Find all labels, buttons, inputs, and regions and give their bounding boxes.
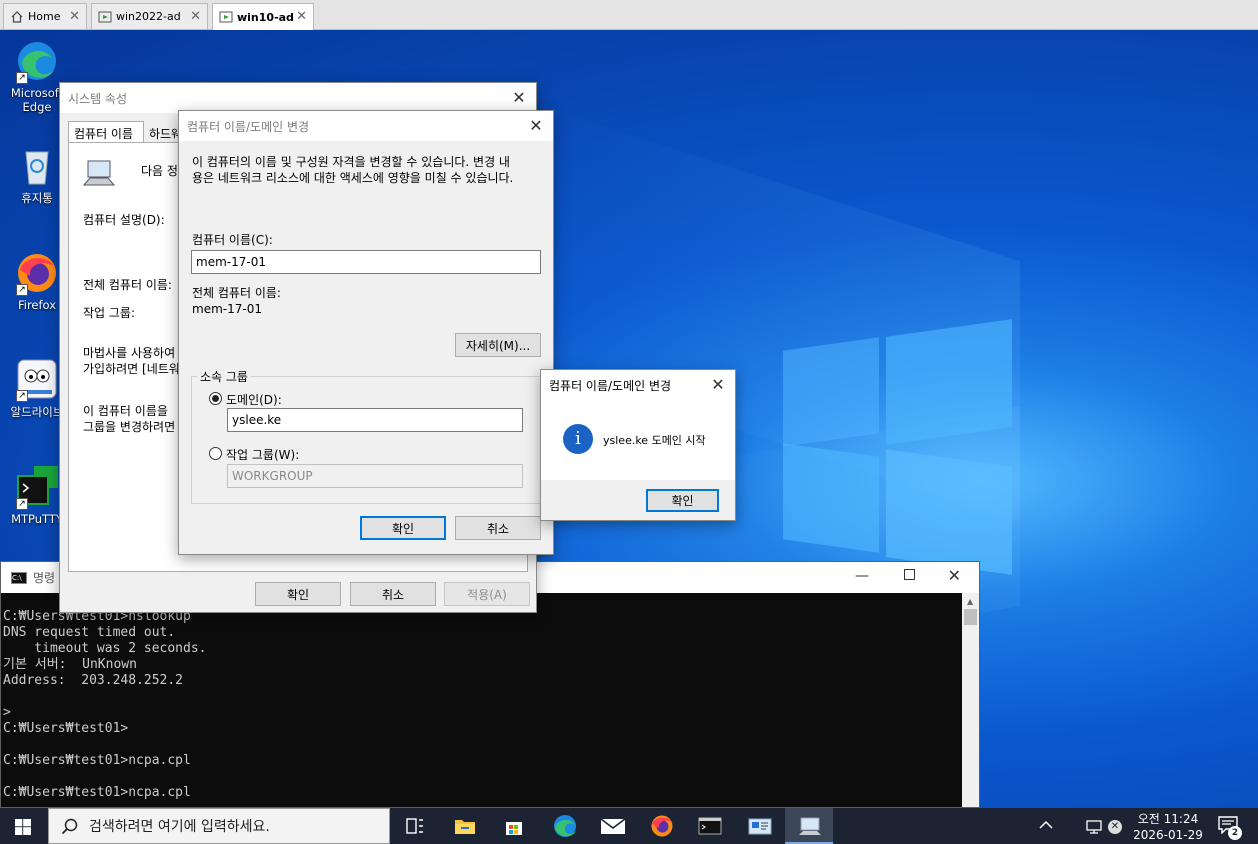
rename-description: 용은 네트워크 리소스에 대한 액세스에 영향을 미칠 수 있습니다. bbox=[192, 171, 514, 185]
search-icon bbox=[61, 818, 79, 840]
edge-taskbar-icon[interactable] bbox=[552, 813, 578, 839]
tab-win10-ad[interactable]: win10-ad ✕ bbox=[212, 3, 314, 30]
system-control-icon[interactable] bbox=[748, 816, 772, 836]
vm-tab-bar: Home ✕ win2022-ad ✕ win10-ad ✕ bbox=[0, 0, 1258, 30]
tab-home[interactable]: Home ✕ bbox=[3, 3, 87, 29]
ok-button[interactable]: 확인 bbox=[646, 489, 719, 512]
aldrive-icon: ↗ bbox=[14, 356, 60, 402]
home-icon bbox=[10, 10, 24, 24]
sysprops-titlebar[interactable]: 시스템 속성 ✕ bbox=[60, 83, 536, 113]
close-icon[interactable]: ✕ bbox=[525, 115, 547, 137]
full-computer-name-value: mem-17-01 bbox=[192, 302, 262, 316]
window-title: 컴퓨터 이름/도메인 변경 bbox=[187, 119, 310, 134]
computer-icon bbox=[799, 817, 821, 835]
close-icon[interactable]: ✕ bbox=[296, 9, 307, 24]
computer-name-label: 컴퓨터 이름(C): bbox=[192, 233, 273, 247]
edge-icon: ↗ bbox=[14, 38, 60, 84]
rename-text: 그룹을 변경하려면 bbox=[83, 420, 176, 434]
close-icon[interactable]: ✕ bbox=[190, 9, 201, 24]
firefox-taskbar-icon[interactable] bbox=[650, 814, 674, 838]
cmd-taskbar-icon[interactable] bbox=[698, 816, 722, 836]
task-view-icon[interactable] bbox=[404, 816, 426, 836]
network-error-icon[interactable]: ✕ bbox=[1108, 820, 1122, 834]
recycle-bin-icon bbox=[14, 142, 60, 188]
firefox-icon: ↗ bbox=[14, 250, 60, 296]
computer-name-input[interactable]: mem-17-01 bbox=[191, 250, 541, 274]
workgroup-input[interactable]: WORKGROUP bbox=[227, 464, 523, 488]
full-computer-name-label: 전체 컴퓨터 이름: bbox=[83, 278, 172, 292]
close-icon[interactable]: ✕ bbox=[69, 9, 80, 24]
cancel-button[interactable]: 취소 bbox=[455, 516, 541, 540]
rename-text: 이 컴퓨터 이름을 bbox=[83, 404, 168, 418]
store-icon[interactable] bbox=[503, 816, 525, 836]
clock-time: 오전 11:24 bbox=[1137, 812, 1199, 826]
ok-button[interactable]: 확인 bbox=[360, 516, 446, 540]
msgbox-titlebar[interactable]: 컴퓨터 이름/도메인 변경 ✕ bbox=[541, 370, 735, 400]
vm-icon bbox=[219, 10, 233, 24]
wizard-text: 마법사를 사용하여 bbox=[83, 346, 176, 360]
minimize-icon[interactable]: — bbox=[855, 568, 869, 584]
domain-label: 도메인(D): bbox=[226, 393, 282, 407]
tab-label: Home bbox=[28, 10, 61, 23]
full-computer-name-label: 전체 컴퓨터 이름: bbox=[192, 286, 281, 300]
clock[interactable]: 오전 11:24 2026-01-29 bbox=[1130, 811, 1206, 843]
rename-titlebar[interactable]: 컴퓨터 이름/도메인 변경 ✕ bbox=[179, 111, 553, 141]
cmd-title: 명령 bbox=[33, 571, 56, 585]
taskbar: 검색하려면 여기에 입력하세요. ✕ 오전 11:24 2026-01-29 2 bbox=[0, 808, 1258, 844]
more-button[interactable]: 자세히(M)... bbox=[455, 333, 541, 357]
cancel-button[interactable]: 취소 bbox=[350, 582, 436, 606]
window-title: 시스템 속성 bbox=[68, 91, 128, 106]
clock-date: 2026-01-29 bbox=[1133, 828, 1203, 842]
tab-label: win10-ad bbox=[237, 10, 294, 24]
notification-badge: 2 bbox=[1228, 826, 1242, 840]
window-title: 컴퓨터 이름/도메인 변경 bbox=[549, 378, 672, 393]
cmd-output[interactable]: C:₩Users₩test01>nslookup DNS request tim… bbox=[3, 609, 207, 801]
apply-button[interactable]: 적용(A) bbox=[444, 582, 530, 606]
workgroup-label: 작업 그룹(W): bbox=[226, 448, 300, 462]
active-app-rename-tool[interactable] bbox=[785, 808, 833, 844]
tab-win2022-ad[interactable]: win2022-ad ✕ bbox=[91, 3, 208, 29]
vm-icon bbox=[98, 10, 112, 24]
close-icon[interactable]: ✕ bbox=[707, 374, 729, 396]
domain-input[interactable]: yslee.ke bbox=[227, 408, 523, 432]
workgroup-radio[interactable] bbox=[209, 447, 222, 460]
notification-center-icon[interactable]: 2 bbox=[1218, 816, 1242, 840]
network-icon[interactable] bbox=[1085, 819, 1103, 838]
sysprops-tab-computer-name[interactable]: 컴퓨터 이름 bbox=[68, 121, 144, 143]
ok-button[interactable]: 확인 bbox=[255, 582, 341, 606]
windows-start-icon bbox=[15, 819, 31, 835]
cmd-scrollbar[interactable]: ▲ bbox=[962, 593, 979, 807]
maximize-icon[interactable] bbox=[904, 569, 915, 580]
cmd-icon: C:\ bbox=[11, 571, 27, 584]
search-placeholder: 검색하려면 여기에 입력하세요. bbox=[89, 819, 270, 835]
mail-icon[interactable] bbox=[600, 816, 626, 836]
taskbar-search-box[interactable]: 검색하려면 여기에 입력하세요. bbox=[48, 808, 390, 844]
computer-icon bbox=[82, 159, 116, 192]
mtputty-icon: ↗ bbox=[14, 464, 60, 510]
chevron-up-icon[interactable] bbox=[1038, 818, 1054, 836]
welcome-message-box: 컴퓨터 이름/도메인 변경 ✕ i yslee.ke 도메인 시작 확인 bbox=[540, 369, 736, 521]
msgbox-message: yslee.ke 도메인 시작 bbox=[603, 434, 706, 447]
workgroup-label: 작업 그룹: bbox=[83, 306, 136, 320]
rename-description: 이 컴퓨터의 이름 및 구성원 자격을 변경할 수 있습니다. 변경 내 bbox=[192, 155, 510, 169]
close-icon[interactable]: ✕ bbox=[948, 566, 961, 585]
member-of-label: 소속 그룹 bbox=[197, 368, 251, 385]
rename-dialog: 컴퓨터 이름/도메인 변경 ✕ 이 컴퓨터의 이름 및 구성원 자격을 변경할 … bbox=[178, 110, 554, 555]
file-explorer-icon[interactable] bbox=[454, 816, 476, 836]
start-button[interactable] bbox=[0, 808, 48, 844]
computer-description-label: 컴퓨터 설명(D): bbox=[83, 213, 165, 227]
close-icon[interactable]: ✕ bbox=[508, 87, 530, 109]
sysprops-intro: 다음 정 bbox=[141, 164, 178, 178]
tab-label: win2022-ad bbox=[116, 10, 181, 23]
domain-radio[interactable] bbox=[209, 392, 222, 405]
info-icon: i bbox=[563, 424, 593, 454]
wizard-text: 가입하려면 [네트워 bbox=[83, 362, 180, 376]
